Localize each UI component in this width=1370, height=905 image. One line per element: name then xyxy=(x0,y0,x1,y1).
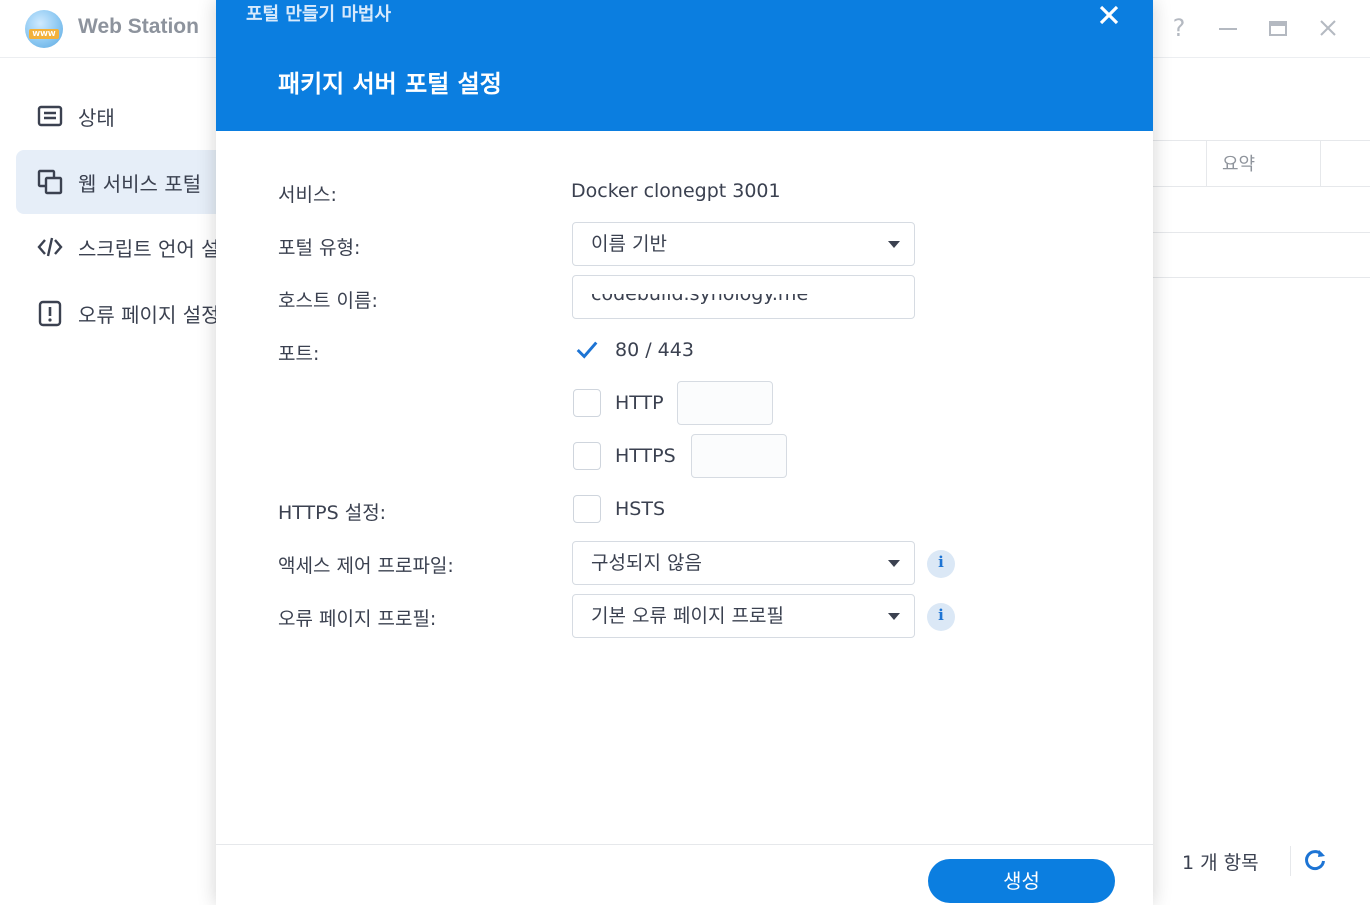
port-80-443-checkbox[interactable] xyxy=(573,336,601,364)
access-control-value: 구성되지 않음 xyxy=(591,552,702,574)
footer-divider xyxy=(216,844,1153,845)
help-icon[interactable]: ? xyxy=(1166,14,1192,42)
error-page-icon xyxy=(38,300,62,327)
sidebar-item-label: 오류 페이지 설정 xyxy=(78,302,220,327)
logo-text: WWW xyxy=(29,29,59,39)
hostname-input[interactable]: codebuild.synology.me xyxy=(572,275,915,319)
https-settings-label: HTTPS 설정: xyxy=(278,502,387,524)
info-icon[interactable]: i xyxy=(927,603,955,631)
access-control-label: 액세스 제어 프로파일: xyxy=(278,555,454,577)
hsts-checkbox[interactable] xyxy=(573,495,601,523)
http-label: HTTP xyxy=(615,392,664,414)
sidebar-item-label: 웹 서비스 포털 xyxy=(78,171,202,196)
error-page-profile-select[interactable]: 기본 오류 페이지 프로필 xyxy=(572,594,915,638)
info-glyph: i xyxy=(938,606,944,624)
footer-separator xyxy=(1290,846,1291,876)
web-station-logo-icon: WWW xyxy=(25,10,63,48)
column-header-summary[interactable]: 요약 xyxy=(1222,150,1255,176)
table-header-bottom-border xyxy=(1153,186,1370,187)
chevron-down-icon xyxy=(888,241,900,248)
service-label: 서비스: xyxy=(278,184,337,206)
sidebar-item-status[interactable]: 상태 xyxy=(16,84,226,148)
https-port-input[interactable] xyxy=(691,434,787,478)
https-checkbox[interactable] xyxy=(573,442,601,470)
port-80-443-label: 80 / 443 xyxy=(615,339,694,361)
portal-type-value: 이름 기반 xyxy=(591,233,667,255)
hostname-value: codebuild.synology.me xyxy=(591,283,809,305)
http-port-input[interactable] xyxy=(677,381,773,425)
http-checkbox[interactable] xyxy=(573,389,601,417)
column-separator xyxy=(1206,141,1207,186)
sidebar-item-web-portal[interactable]: 웹 서비스 포털 xyxy=(16,150,226,214)
status-list-icon xyxy=(37,105,63,127)
sidebar-item-label: 상태 xyxy=(78,105,115,130)
error-page-profile-value: 기본 오류 페이지 프로필 xyxy=(591,605,784,627)
sidebar-item-label: 스크립트 언어 설정 xyxy=(78,236,226,261)
info-icon[interactable]: i xyxy=(927,550,955,578)
sidebar-item-script-language[interactable]: 스크립트 언어 설정 xyxy=(16,215,226,279)
maximize-icon[interactable] xyxy=(1265,14,1291,42)
item-count: 1 개 항목 xyxy=(1182,852,1259,874)
minimize-icon[interactable] xyxy=(1215,14,1241,42)
app-title: Web Station xyxy=(78,15,199,38)
column-separator xyxy=(1320,141,1321,186)
hostname-label: 호스트 이름: xyxy=(278,290,378,312)
wizard-title: 포털 만들기 마법사 xyxy=(246,4,392,25)
portal-type-label: 포털 유형: xyxy=(278,237,361,259)
chevron-down-icon xyxy=(888,560,900,567)
sidebar: 상태 웹 서비스 포털 스크립트 언어 설정 오류 페이지 설정 xyxy=(0,59,226,905)
port-label: 포트: xyxy=(278,343,320,365)
table-row-border xyxy=(1153,277,1370,278)
portal-type-select[interactable]: 이름 기반 xyxy=(572,222,915,266)
table-row-border xyxy=(1153,232,1370,233)
close-icon[interactable] xyxy=(1096,2,1122,28)
portal-wizard-dialog: 포털 만들기 마법사 패키지 서버 포털 설정 서비스: Docker clon… xyxy=(216,0,1153,905)
access-control-select[interactable]: 구성되지 않음 xyxy=(572,541,915,585)
service-value: Docker clonegpt 3001 xyxy=(571,180,781,202)
web-portal-icon xyxy=(37,169,63,195)
error-page-profile-label: 오류 페이지 프로필: xyxy=(278,608,437,630)
sidebar-item-error-page[interactable]: 오류 페이지 설정 xyxy=(16,281,226,345)
step-title: 패키지 서버 포털 설정 xyxy=(278,70,502,98)
code-icon xyxy=(37,237,63,257)
info-glyph: i xyxy=(938,553,944,571)
chevron-down-icon xyxy=(888,613,900,620)
help-glyph: ? xyxy=(1172,14,1186,42)
dialog-header: 포털 만들기 마법사 패키지 서버 포털 설정 xyxy=(216,0,1153,131)
refresh-icon[interactable] xyxy=(1302,847,1328,873)
hsts-label: HSTS xyxy=(615,498,666,520)
https-label: HTTPS xyxy=(615,445,676,467)
close-window-icon[interactable] xyxy=(1315,14,1341,42)
create-button[interactable]: 생성 xyxy=(928,859,1115,903)
table-header-top-border xyxy=(1153,140,1370,141)
